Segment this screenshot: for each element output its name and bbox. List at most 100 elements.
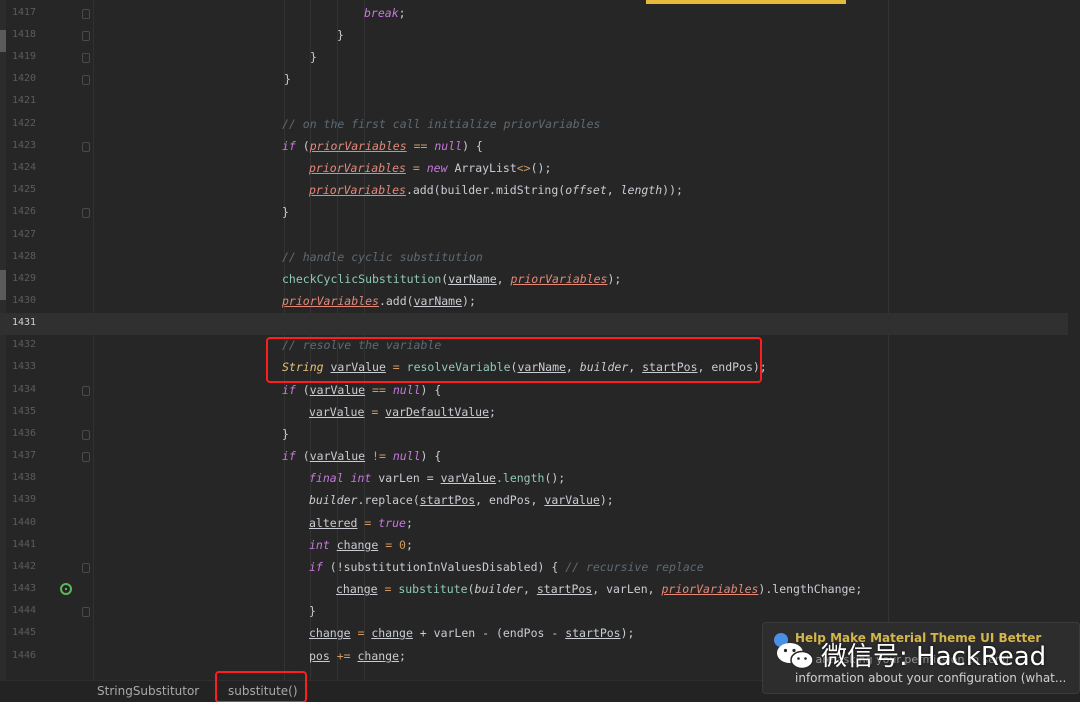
code-text: change = change + varLen - (endPos - sta… — [309, 626, 635, 640]
code-text: } — [282, 205, 289, 219]
code-text: priorVariables.add(varName); — [282, 294, 476, 308]
code-text: altered = true; — [309, 516, 413, 530]
code-line[interactable]: 1442 if (!substitutionInValuesDisabled) … — [0, 557, 1080, 579]
code-line[interactable]: 1422 // on the first call initialize pri… — [0, 114, 1080, 136]
line-number: 1420 — [12, 73, 37, 84]
fold-icon[interactable] — [82, 386, 90, 396]
fold-icon[interactable] — [82, 430, 90, 440]
code-line[interactable]: 1417 break; — [0, 3, 1080, 25]
code-text: } — [309, 604, 316, 618]
code-line[interactable]: 1430 priorVariables.add(varName); — [0, 291, 1080, 313]
line-number: 1442 — [12, 561, 37, 572]
code-line[interactable]: 1434 if (varValue == null) { — [0, 380, 1080, 402]
code-text: int change = 0; — [309, 538, 413, 552]
code-text: } — [284, 72, 291, 86]
line-number: 1444 — [12, 605, 37, 616]
line-number: 1435 — [12, 406, 37, 417]
annotation-highlight-box — [215, 671, 307, 702]
line-number: 1437 — [12, 450, 37, 461]
code-line[interactable]: 1441 int change = 0; — [0, 535, 1080, 557]
code-text: break; — [364, 6, 406, 20]
annotation-highlight-box — [266, 337, 762, 383]
code-line[interactable]: 1444 } — [0, 601, 1080, 623]
code-text: priorVariables = new ArrayList<>(); — [309, 161, 552, 175]
breadcrumb-class[interactable]: StringSubstitutor — [97, 684, 199, 698]
line-number: 1422 — [12, 118, 37, 129]
code-line[interactable]: 1437 if (varValue != null) { — [0, 446, 1080, 468]
watermark: 微信号: HackRead — [775, 630, 1065, 682]
code-line[interactable]: 1425 priorVariables.add(builder.midStrin… — [0, 180, 1080, 202]
fold-icon[interactable] — [82, 208, 90, 218]
line-number: 1427 — [12, 229, 37, 240]
code-text: } — [282, 427, 289, 441]
code-text: if (varValue != null) { — [282, 449, 442, 463]
line-number: 1441 — [12, 539, 37, 550]
line-number: 1440 — [12, 517, 37, 528]
code-line[interactable]: 1439 builder.replace(startPos, endPos, v… — [0, 490, 1080, 512]
line-number: 1426 — [12, 206, 37, 217]
code-line[interactable]: 1436 } — [0, 424, 1080, 446]
fold-icon[interactable] — [82, 607, 90, 617]
code-line[interactable]: 1421 — [0, 91, 1080, 113]
line-number: 1431 — [12, 317, 37, 328]
line-number: 1439 — [12, 494, 37, 505]
code-line[interactable]: 1440 altered = true; — [0, 513, 1080, 535]
code-comment: // handle cyclic substitution — [282, 250, 483, 264]
code-text: } — [337, 28, 344, 42]
code-text: priorVariables.add(builder.midString(off… — [309, 183, 683, 197]
code-line[interactable]: 1435 varValue = varDefaultValue; — [0, 402, 1080, 424]
current-code-line[interactable]: 1431 — [0, 313, 1080, 335]
code-text: if (priorVariables == null) { — [282, 139, 483, 153]
code-line[interactable]: 1420 } — [0, 69, 1080, 91]
line-number: 1446 — [12, 650, 37, 661]
code-line[interactable]: 1419 } — [0, 47, 1080, 69]
line-number: 1425 — [12, 184, 37, 195]
code-text: } — [310, 50, 317, 64]
code-line[interactable]: 1418 } — [0, 25, 1080, 47]
line-number: 1434 — [12, 384, 37, 395]
fold-icon[interactable] — [82, 142, 90, 152]
watermark-text: 微信号: HackRead — [821, 642, 1047, 672]
line-number: 1419 — [12, 51, 37, 62]
code-comment: // on the first call initialize priorVar… — [282, 117, 601, 131]
line-number: 1424 — [12, 162, 37, 173]
line-number: 1430 — [12, 295, 37, 306]
line-number: 1429 — [12, 273, 37, 284]
line-number: 1421 — [12, 95, 37, 106]
fold-icon[interactable] — [82, 563, 90, 573]
code-line[interactable]: 1423 if (priorVariables == null) { — [0, 136, 1080, 158]
code-editor[interactable]: 1417 break; 1418 } 1419 } 1420 } 1421 14… — [0, 0, 1080, 680]
code-text: varValue = varDefaultValue; — [309, 405, 496, 419]
code-text: builder.replace(startPos, endPos, varVal… — [309, 493, 614, 507]
code-line[interactable]: 1426 } — [0, 202, 1080, 224]
code-text: change = substitute(builder, startPos, v… — [336, 582, 863, 596]
code-text: pos += change; — [309, 649, 406, 663]
line-number: 1418 — [12, 29, 37, 40]
editor-scrollbar[interactable] — [1068, 0, 1080, 680]
line-number: 1432 — [12, 339, 37, 350]
code-line[interactable]: 1427 — [0, 225, 1080, 247]
fold-icon[interactable] — [82, 452, 90, 462]
code-text: checkCyclicSubstitution(varName, priorVa… — [282, 272, 622, 286]
wechat-icon — [777, 643, 814, 670]
code-line[interactable]: 1428 // handle cyclic substitution — [0, 247, 1080, 269]
line-number: 1428 — [12, 251, 37, 262]
search-result-accent — [646, 0, 846, 4]
fold-icon[interactable] — [82, 75, 90, 85]
fold-icon[interactable] — [82, 31, 90, 41]
line-number: 1423 — [12, 140, 37, 151]
line-number: 1417 — [12, 7, 37, 18]
code-text: if (varValue == null) { — [282, 383, 442, 397]
recursive-call-icon[interactable] — [60, 583, 72, 595]
code-text: if (!substitutionInValuesDisabled) { // … — [309, 560, 704, 574]
line-number: 1438 — [12, 472, 37, 483]
code-line[interactable]: 1438 final int varLen = varValue.length(… — [0, 468, 1080, 490]
fold-icon[interactable] — [82, 9, 90, 19]
code-line[interactable]: 1424 priorVariables = new ArrayList<>(); — [0, 158, 1080, 180]
line-number: 1436 — [12, 428, 37, 439]
fold-icon[interactable] — [82, 53, 90, 63]
code-line[interactable]: 1443 change = substitute(builder, startP… — [0, 579, 1080, 601]
code-line[interactable]: 1429 checkCyclicSubstitution(varName, pr… — [0, 269, 1080, 291]
line-number: 1443 — [12, 583, 37, 594]
code-text: final int varLen = varValue.length(); — [309, 471, 566, 485]
